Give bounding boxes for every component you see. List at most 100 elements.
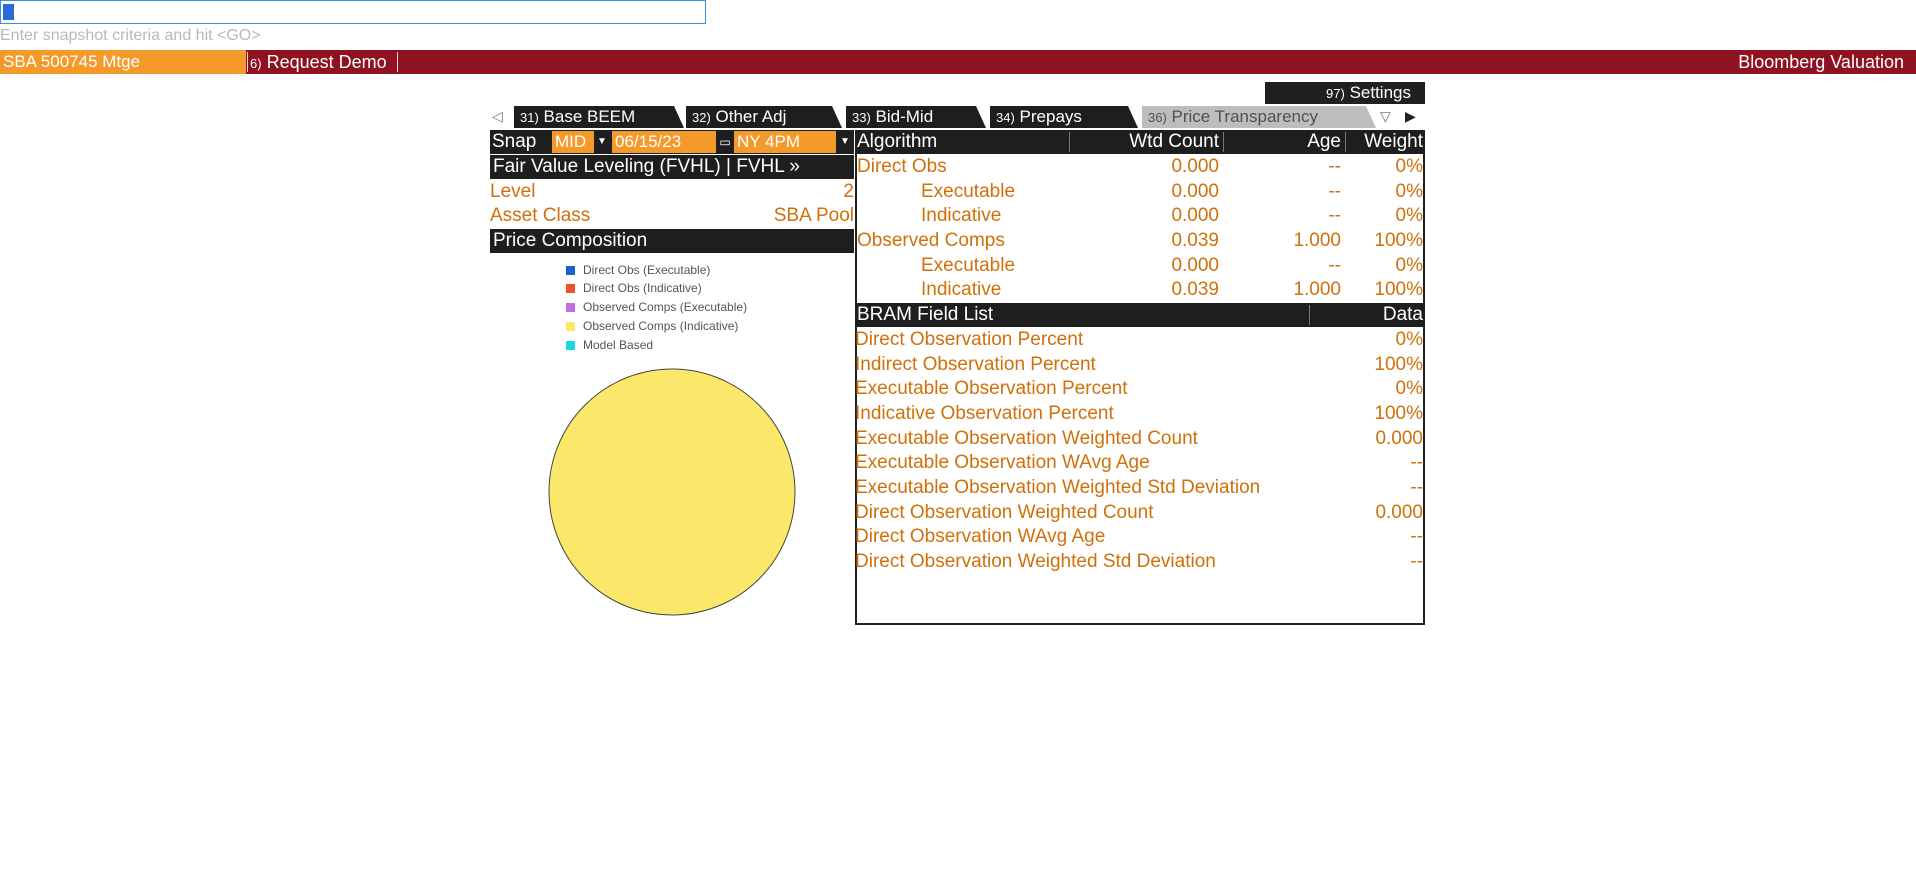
cell-count: 0.000	[1171, 255, 1219, 276]
row-label: Indicative	[921, 279, 1002, 300]
asset-class-value: SBA Pool	[773, 205, 854, 226]
separator	[1309, 305, 1310, 325]
calendar-icon[interactable]: ▭	[718, 131, 732, 153]
legend-item: Direct Obs (Executable)	[566, 262, 710, 278]
level-value: 2	[843, 181, 854, 202]
security-field[interactable]: SBA 500745 Mtge	[0, 50, 246, 74]
tab-base-beem[interactable]: 31) Base BEEM	[514, 106, 684, 128]
pie-slice-observed-comps-indicative	[548, 368, 796, 616]
tab-scroll-right-icon[interactable]: ▶	[1405, 108, 1416, 125]
bram-value: --	[1410, 551, 1423, 572]
snap-date-field[interactable]: 06/15/23	[612, 131, 716, 153]
request-demo-number: 6)	[250, 56, 262, 71]
list-item: Executable Observation WAvg Age --	[855, 451, 1425, 475]
tab-number: 34)	[996, 110, 1015, 125]
bram-label: Executable Observation WAvg Age	[855, 452, 1150, 473]
bram-value: --	[1410, 452, 1423, 473]
settings-number: 97)	[1326, 86, 1345, 101]
tab-label: Other Adj	[715, 107, 787, 126]
cell-age: 1.000	[1293, 230, 1341, 251]
col-algorithm: Algorithm	[857, 131, 938, 152]
legend-label: Observed Comps (Indicative)	[583, 319, 739, 333]
col-wtd-count: Wtd Count	[1129, 131, 1219, 152]
legend-item: Model Based	[566, 337, 653, 353]
bram-label: Direct Observation Percent	[855, 329, 1084, 350]
cell-count: 0.000	[1171, 156, 1219, 177]
snap-side-select[interactable]: MID	[552, 131, 594, 153]
snap-time-select[interactable]: NY 4PM	[734, 131, 836, 153]
tab-other-adj[interactable]: 32) Other Adj	[686, 106, 842, 128]
asset-class-label: Asset Class	[490, 205, 591, 226]
bram-value: 0%	[1395, 329, 1423, 350]
level-label: Level	[490, 181, 536, 202]
tab-overflow-icon[interactable]: ▽	[1380, 108, 1391, 125]
legend-item: Observed Comps (Executable)	[566, 299, 747, 315]
app-title: Bloomberg Valuation	[1738, 52, 1904, 72]
bram-value: 0.000	[1375, 502, 1423, 523]
settings-button[interactable]: 97) Settings	[1265, 82, 1425, 104]
request-demo-button[interactable]: 6) Request Demo	[250, 50, 387, 74]
cell-weight: 0%	[1395, 156, 1423, 177]
snap-label: Snap	[492, 131, 537, 152]
tab-prepays[interactable]: 34) Prepays	[990, 106, 1138, 128]
bram-label: Executable Observation Weighted Std Devi…	[855, 477, 1261, 498]
list-item: Direct Observation WAvg Age --	[855, 525, 1425, 549]
list-item: Direct Observation Percent 0%	[855, 328, 1425, 352]
cell-count: 0.000	[1171, 205, 1219, 226]
tab-label: Prepays	[1019, 107, 1082, 126]
tab-number: 36)	[1148, 110, 1167, 125]
row-label: Observed Comps	[857, 230, 1005, 251]
list-item: Indirect Observation Percent 100%	[855, 353, 1425, 377]
cell-age: --	[1328, 156, 1341, 177]
fvhl-header[interactable]: Fair Value Leveling (FVHL) | FVHL »	[490, 155, 854, 179]
separator	[1069, 132, 1070, 152]
bram-value: 0%	[1395, 378, 1423, 399]
col-bram-field: BRAM Field List	[857, 304, 994, 325]
legend-item: Observed Comps (Indicative)	[566, 318, 738, 334]
list-item: Executable Observation Percent 0%	[855, 377, 1425, 401]
asset-class-row: Asset Class SBA Pool	[490, 204, 854, 228]
command-line-input[interactable]	[0, 0, 706, 24]
bram-value: 100%	[1374, 354, 1423, 375]
list-item: Direct Observation Weighted Count 0.000	[855, 501, 1425, 525]
legend-label: Observed Comps (Executable)	[583, 300, 748, 314]
bram-value: 100%	[1374, 403, 1423, 424]
row-label: Direct Obs	[857, 156, 947, 177]
chevron-down-icon[interactable]: ▼	[595, 131, 609, 153]
cell-weight: 100%	[1374, 279, 1423, 300]
tab-label: Base BEEM	[543, 107, 636, 126]
tab-label: Price Transparency	[1171, 107, 1318, 126]
cell-count: 0.039	[1171, 279, 1219, 300]
legend-swatch	[566, 341, 575, 351]
list-item: Executable Observation Weighted Std Devi…	[855, 476, 1425, 500]
legend-item: Direct Obs (Indicative)	[566, 280, 702, 296]
col-bram-data: Data	[1382, 304, 1423, 325]
cell-weight: 100%	[1374, 230, 1423, 251]
bram-value: --	[1410, 526, 1423, 547]
bram-label: Executable Observation Weighted Count	[855, 428, 1198, 449]
separator	[1223, 132, 1224, 152]
text-cursor	[3, 4, 14, 20]
cell-count: 0.000	[1171, 181, 1219, 202]
cell-count: 0.039	[1171, 230, 1219, 251]
chevron-down-icon[interactable]: ▼	[838, 131, 852, 153]
tab-scroll-left-icon[interactable]: ◁	[492, 108, 503, 125]
tab-price-transparency[interactable]: 36) Price Transparency	[1142, 106, 1376, 128]
row-label: Executable	[921, 181, 1016, 202]
cell-age: --	[1328, 205, 1341, 226]
cell-age: --	[1328, 255, 1341, 276]
level-row: Level 2	[490, 180, 854, 204]
cell-weight: 0%	[1395, 205, 1423, 226]
price-composition-header: Price Composition	[490, 229, 854, 253]
bram-value: 0.000	[1375, 428, 1423, 449]
separator	[1345, 132, 1346, 152]
cell-weight: 0%	[1395, 255, 1423, 276]
bram-label: Indirect Observation Percent	[855, 354, 1096, 375]
tab-bid-mid[interactable]: 33) Bid-Mid	[846, 106, 986, 128]
col-weight: Weight	[1364, 131, 1423, 152]
legend-swatch	[566, 303, 575, 313]
tab-label: Bid-Mid	[875, 107, 934, 126]
tab-number: 31)	[520, 110, 539, 125]
price-composition-pie	[548, 368, 796, 616]
separator	[397, 52, 398, 72]
